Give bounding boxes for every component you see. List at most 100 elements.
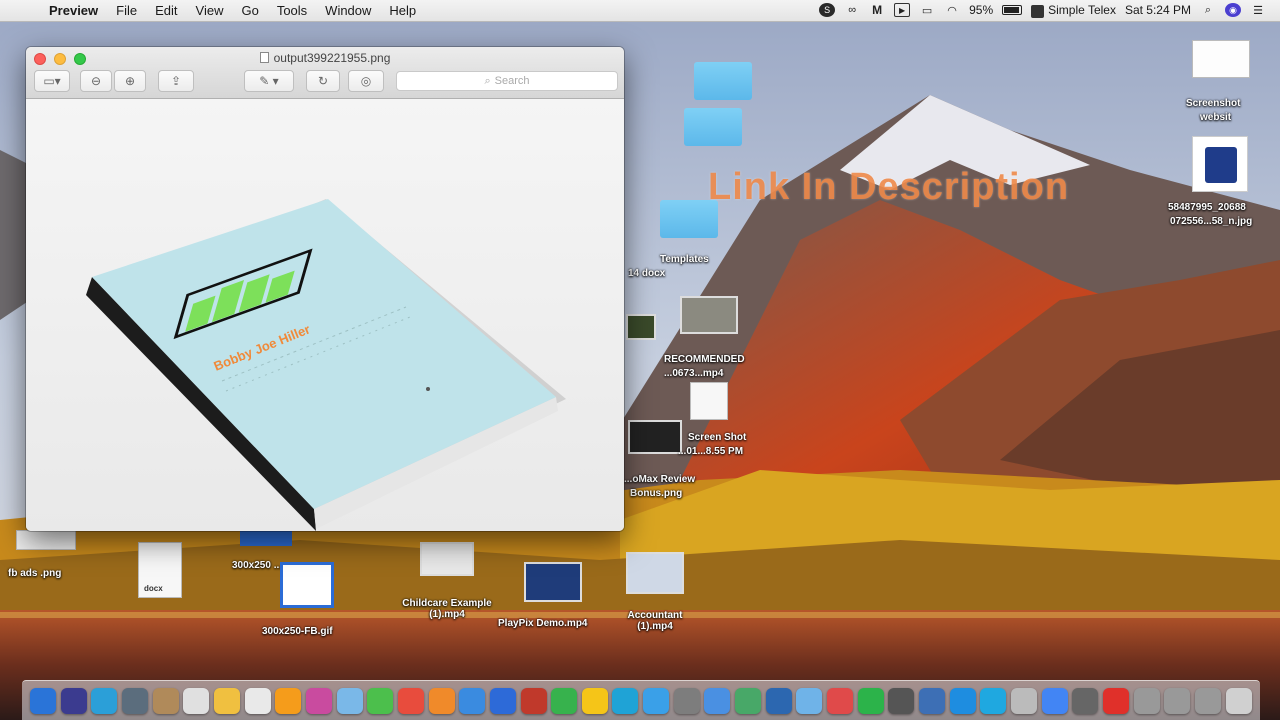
input-source[interactable]: Simple Telex (1031, 3, 1116, 18)
dock-app-icon[interactable] (1225, 687, 1252, 714)
desktop-icon-label: PlayPix Demo.mp4 (498, 618, 588, 629)
search-icon: ⌕ (484, 74, 491, 87)
rotate-button[interactable]: ↻ (306, 70, 340, 92)
dock-app-icon[interactable] (367, 687, 394, 714)
dock-app-icon[interactable] (704, 687, 731, 714)
zoom-in-icon: ⊕ (124, 74, 136, 88)
image-thumbnail (280, 562, 334, 608)
dock-app-icon[interactable] (1102, 687, 1129, 714)
video-thumbnail (680, 296, 738, 334)
search-input[interactable]: ⌕ Search (396, 71, 618, 91)
battery-percent: 95% (969, 3, 994, 18)
share-icon: ⇪ (170, 74, 182, 88)
dock-app-icon[interactable] (612, 687, 639, 714)
document-icon (690, 382, 728, 420)
markup-button[interactable]: ✎ ▾ (244, 70, 294, 92)
dock-app-icon[interactable] (489, 687, 516, 714)
desktop-icon-sublabel: 072556...58_n.jpg (1170, 216, 1253, 227)
zoom-out-button[interactable]: ⊖ (80, 70, 112, 92)
dock-app-icon[interactable] (1072, 687, 1099, 714)
desktop-icon-sublabel: ...01...8.55 PM (678, 446, 744, 457)
dock-app-icon[interactable] (459, 687, 486, 714)
dock-app-icon[interactable] (1194, 687, 1221, 714)
dock-app-icon[interactable] (673, 687, 700, 714)
dock-app-icon[interactable] (397, 687, 424, 714)
dock-app-icon[interactable] (1164, 687, 1191, 714)
dock-app-icon[interactable] (796, 687, 823, 714)
desktop-icon-sublabel: Bonus.png (630, 488, 683, 499)
dock-app-icon[interactable] (152, 687, 179, 714)
dock-app-icon[interactable] (428, 687, 455, 714)
dock-app-icon[interactable] (121, 687, 148, 714)
desktop-icon-label: docx (144, 584, 163, 593)
sidebar-icon: ▭▾ (43, 74, 61, 88)
rotate-icon: ↻ (317, 74, 329, 88)
dock-app-icon[interactable] (643, 687, 670, 714)
input-source-label: Simple Telex (1048, 3, 1116, 18)
menu-go[interactable]: Go (232, 3, 267, 18)
dock-app-icon[interactable] (520, 687, 547, 714)
dock-app-icon[interactable] (275, 687, 302, 714)
image-thumbnail (628, 420, 682, 454)
dock-app-icon[interactable] (919, 687, 946, 714)
preview-window: output399221955.png ▭▾ ⊖ ⊕ ⇪ ✎ ▾ ↻ ◎ ⌕ S… (26, 47, 624, 531)
dock-app-icon[interactable] (888, 687, 915, 714)
file-icon (259, 52, 269, 63)
dock-app-icon[interactable] (765, 687, 792, 714)
dock-app-icon[interactable] (735, 687, 762, 714)
notification-center-icon[interactable]: ☰ (1250, 3, 1266, 17)
siri-icon[interactable]: ◉ (1225, 3, 1241, 18)
dock-app-icon[interactable] (980, 687, 1007, 714)
dock-app-icon[interactable] (1133, 687, 1160, 714)
dock-app-icon[interactable] (244, 687, 271, 714)
dock-app-icon[interactable] (857, 687, 884, 714)
window-title: output399221955.png (26, 51, 624, 65)
zoom-out-icon: ⊖ (90, 74, 102, 88)
menu-bar: Preview File Edit View Go Tools Window H… (0, 0, 1280, 22)
menu-edit[interactable]: Edit (146, 3, 186, 18)
desktop-icon-label: 300x250 ... (232, 560, 283, 571)
dock-app-icon[interactable] (949, 687, 976, 714)
screen-recorder-icon[interactable]: ▶ (894, 3, 911, 18)
dock-app-icon[interactable] (91, 687, 118, 714)
menu-app-preview[interactable]: Preview (40, 3, 107, 18)
desktop-icon-label: ...oMax Review (624, 474, 696, 485)
sidebar-toggle-button[interactable]: ▭▾ (34, 70, 70, 92)
dock-app-icon[interactable] (30, 687, 56, 714)
spotlight-search-icon[interactable]: ⌕ (1200, 3, 1216, 17)
desktop-icon-label: RECOMMENDED (664, 354, 745, 365)
dock-app-icon[interactable] (60, 687, 87, 714)
display-icon[interactable]: ▭ (919, 3, 935, 17)
zoom-in-button[interactable]: ⊕ (114, 70, 146, 92)
dock-app-icon[interactable] (213, 687, 240, 714)
video-thumbnail (524, 562, 582, 602)
tshirt-icon (1205, 147, 1237, 183)
window-titlebar[interactable]: output399221955.png ▭▾ ⊖ ⊕ ⇪ ✎ ▾ ↻ ◎ ⌕ S… (26, 47, 624, 99)
dock-app-icon[interactable] (183, 687, 210, 714)
dock-app-icon[interactable] (305, 687, 332, 714)
dock-app-icon[interactable] (1011, 687, 1037, 714)
menu-file[interactable]: File (107, 3, 146, 18)
creative-cloud-icon[interactable]: ∞ (844, 3, 860, 17)
image-canvas[interactable]: Bobby Joe Hiller (26, 99, 624, 531)
image-thumbnail (1192, 40, 1250, 78)
dock-app-icon[interactable] (551, 687, 578, 714)
dock-app-icon[interactable] (1041, 687, 1068, 714)
menu-view[interactable]: View (187, 3, 233, 18)
dock-app-icon[interactable] (827, 687, 854, 714)
battery-icon[interactable] (1002, 5, 1023, 16)
menu-help[interactable]: Help (380, 3, 425, 18)
gmail-icon[interactable]: M (869, 3, 885, 17)
menu-tools[interactable]: Tools (268, 3, 316, 18)
folder-icon (694, 62, 752, 100)
dock-app-icon[interactable] (336, 687, 363, 714)
dock-app-icon[interactable] (581, 687, 608, 714)
folder-icon (684, 108, 742, 146)
wifi-icon[interactable]: ◠ (944, 3, 960, 17)
desktop-icon-label: fb ads .png (8, 568, 62, 579)
markup-toolbar-button[interactable]: ◎ (348, 70, 384, 92)
skype-icon[interactable]: S (819, 3, 836, 18)
share-button[interactable]: ⇪ (158, 70, 194, 92)
menu-window[interactable]: Window (316, 3, 380, 18)
menubar-clock[interactable]: Sat 5:24 PM (1125, 3, 1191, 17)
